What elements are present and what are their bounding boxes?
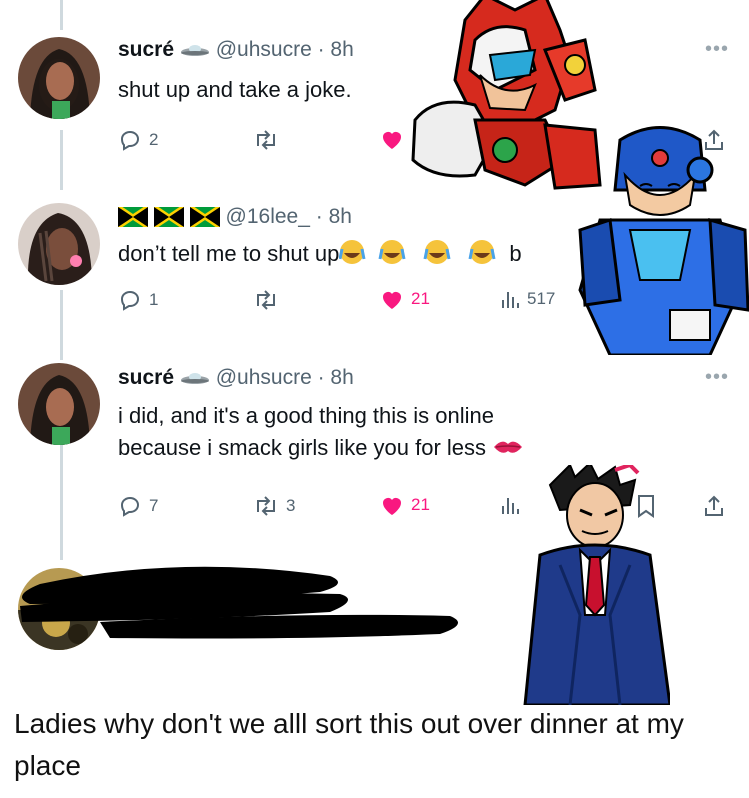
- tweet-actions: 1 21 517: [118, 288, 588, 318]
- avatar[interactable]: [18, 37, 100, 119]
- tweet-text-line: i did, and it's a good thing this is onl…: [118, 403, 494, 428]
- handle[interactable]: @uhsucre: [216, 366, 312, 389]
- retweet-icon: [257, 130, 275, 150]
- display-name[interactable]: sucré: [118, 366, 174, 389]
- retweet-icon: [257, 290, 275, 310]
- avatar[interactable]: [18, 203, 100, 285]
- reply-button[interactable]: 7: [118, 494, 158, 518]
- views-button[interactable]: 517: [500, 288, 555, 310]
- retweet-count: 3: [286, 496, 296, 515]
- jamaica-flag-icon: [116, 205, 150, 230]
- ufo-emoji: [180, 38, 216, 61]
- reply-count: 2: [149, 130, 159, 149]
- tweet-text: shut up and take a joke.: [118, 77, 352, 102]
- jamaica-flag-icon: [152, 205, 186, 230]
- tweet-header: @16lee_ · 8h: [116, 205, 352, 230]
- tweet-text-tail: b: [509, 241, 522, 266]
- retweet-button[interactable]: 3: [253, 494, 295, 518]
- tweet-text-line: because i smack girls like you for less: [118, 432, 524, 464]
- timestamp[interactable]: · 8h: [318, 38, 354, 61]
- like-count: 21: [411, 495, 430, 514]
- kiss-emoji: [486, 435, 524, 460]
- share-button[interactable]: [703, 494, 725, 518]
- display-name[interactable]: sucré: [118, 38, 174, 61]
- retweet-icon: [257, 496, 275, 516]
- more-icon[interactable]: •••: [705, 366, 729, 389]
- timestamp[interactable]: · 8h: [316, 205, 352, 228]
- meme-caption: Ladies why don't we alll sort this out o…: [14, 708, 684, 781]
- reply-icon: [120, 496, 140, 517]
- like-button[interactable]: 21: [380, 494, 430, 516]
- phoenix-wright-character-sticker: [523, 465, 670, 705]
- jamaica-flag-icon: [188, 205, 222, 230]
- tweet-text: i did, and it's a good thing this is onl…: [118, 400, 524, 464]
- reply-icon: [120, 130, 140, 151]
- handle[interactable]: @16lee_: [226, 205, 310, 228]
- reply-icon: [120, 290, 140, 311]
- handle[interactable]: @uhsucre: [216, 38, 312, 61]
- tweet-header: sucré @uhsucre · 8h: [118, 366, 354, 390]
- avatar[interactable]: [18, 363, 100, 445]
- heart-icon: [383, 498, 401, 515]
- tweet-header: sucré @uhsucre · 8h: [118, 38, 354, 62]
- views-icon: [502, 498, 519, 514]
- more-icon[interactable]: •••: [705, 38, 729, 61]
- like-button[interactable]: 21: [380, 288, 430, 310]
- jamaica-flags[interactable]: [116, 205, 226, 230]
- views-button[interactable]: [500, 494, 520, 516]
- retweet-button[interactable]: [253, 288, 279, 312]
- retweet-button[interactable]: [253, 128, 279, 152]
- reply-count: 1: [149, 290, 159, 309]
- reply-button[interactable]: 1: [118, 288, 158, 312]
- views-icon: [502, 292, 519, 308]
- crying-laughing-emojis: [338, 240, 509, 266]
- reply-button[interactable]: 2: [118, 128, 158, 152]
- ufo-emoji: [180, 366, 216, 389]
- heart-icon: [383, 292, 401, 309]
- like-count: 21: [411, 289, 430, 308]
- tweet-text-main: don’t tell me to shut up: [118, 241, 340, 266]
- timestamp[interactable]: · 8h: [318, 366, 354, 389]
- reply-count: 7: [149, 496, 159, 515]
- views-count: 517: [527, 289, 556, 308]
- share-icon: [705, 495, 723, 516]
- megaman-x-character-sticker: [578, 126, 749, 355]
- tweet-text: don’t tell me to shut up b: [118, 238, 522, 270]
